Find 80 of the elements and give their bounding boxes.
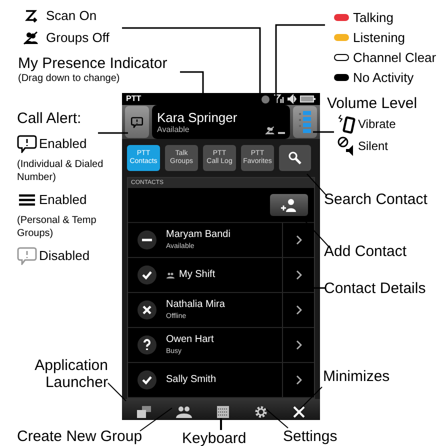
app-launcher-button[interactable] xyxy=(136,406,151,418)
offline-presence-icon xyxy=(137,300,157,320)
contact-name: Maryam Bandi xyxy=(166,230,230,240)
groups-off-icon xyxy=(265,126,275,135)
callout-note: (Personal & Temp Groups) xyxy=(17,214,98,240)
keyboard-button[interactable] xyxy=(216,406,229,418)
callout-label: Search Contact xyxy=(324,190,428,210)
new-group-button[interactable] xyxy=(176,406,192,418)
my-presence: Available xyxy=(157,126,190,134)
callout-note: (Individual & Dialed Number) xyxy=(17,158,104,184)
legend-label: Groups Off xyxy=(46,29,110,48)
legend-label: Vibrate xyxy=(358,116,396,133)
speaker-icon xyxy=(287,94,297,104)
close-button[interactable] xyxy=(293,406,306,418)
callout-label: Settings xyxy=(283,427,338,446)
alert-bubble-icon xyxy=(131,116,143,128)
callout-label: Contact Details xyxy=(324,279,426,299)
alert-bubble-icon xyxy=(17,135,37,153)
legend-label: Enabled xyxy=(39,135,87,154)
vibrating-phone-icon xyxy=(337,114,357,134)
callout-title: Volume Level xyxy=(327,95,418,113)
contact-name: Sally Smith xyxy=(166,375,216,385)
legend-label: Channel Clear xyxy=(353,48,436,67)
settings-button[interactable] xyxy=(254,405,268,419)
presence-panel[interactable]: Kara Springer Available xyxy=(152,105,290,139)
check-presence-icon xyxy=(137,370,157,390)
leader-line xyxy=(108,382,126,402)
add-person-icon xyxy=(281,198,297,212)
check-presence-icon xyxy=(137,265,157,285)
scan-icon xyxy=(24,9,38,23)
callout-title: Call Alert: xyxy=(17,110,82,128)
stacked-windows-icon xyxy=(136,406,151,418)
signal-icon xyxy=(273,94,284,104)
callout-title: My Presence Indicator xyxy=(18,55,168,73)
chevron-right-icon xyxy=(296,305,302,315)
callout-note: (Drag down to change) xyxy=(18,73,121,85)
leader-line xyxy=(220,418,222,430)
settings-icon xyxy=(254,405,268,419)
callout-label: Minimizes xyxy=(323,367,390,387)
alert-bubble-icon xyxy=(17,247,37,265)
chevron-right-icon xyxy=(296,340,302,350)
legend-label: Disabled xyxy=(39,247,90,266)
volume-button[interactable] xyxy=(293,106,317,138)
add-contact-button[interactable] xyxy=(270,194,308,216)
legend-label: No Activity xyxy=(353,68,414,87)
search-icon xyxy=(288,151,302,165)
menu-lines-icon xyxy=(19,194,35,206)
call-alert-button[interactable] xyxy=(125,106,149,138)
group-icon xyxy=(176,406,192,418)
available-presence-icon xyxy=(137,230,157,250)
legend-label: Silent xyxy=(358,138,388,155)
contact-row[interactable]: Sally Smith xyxy=(128,363,314,398)
leader-line xyxy=(266,408,288,428)
callout-label: Create New Group xyxy=(17,427,142,446)
contact-row[interactable]: My Shift xyxy=(128,258,314,293)
chevron-right-icon xyxy=(296,235,302,245)
callout-label: Keyboard xyxy=(182,429,246,446)
busy-presence-icon xyxy=(137,335,157,355)
legend-label: Scan On xyxy=(46,7,97,26)
chevron-right-icon xyxy=(296,375,302,385)
legend-label: Listening xyxy=(353,28,406,47)
search-button[interactable] xyxy=(279,145,311,171)
contact-name: Owen Hart xyxy=(166,335,214,345)
contact-name: My Shift xyxy=(179,270,216,280)
contact-name: Nathalia Mira xyxy=(166,300,225,310)
battery-icon xyxy=(300,95,316,103)
callout-label: Add Contact xyxy=(324,242,407,262)
groups-off-icon xyxy=(23,31,39,45)
legend-label: Talking xyxy=(353,8,394,27)
my-name: Kara Springer xyxy=(157,110,238,124)
chevron-right-icon xyxy=(296,270,302,280)
keyboard-icon xyxy=(216,406,229,418)
status-title: PTT xyxy=(126,93,142,105)
leader-line xyxy=(140,408,172,432)
circle-status-icon xyxy=(261,94,270,104)
activity-indicator-icon xyxy=(278,132,285,134)
volume-level-icon xyxy=(299,111,311,133)
legend-label: Enabled xyxy=(39,191,87,210)
callout-label: Application Launcher xyxy=(34,357,108,391)
close-icon xyxy=(293,406,306,418)
